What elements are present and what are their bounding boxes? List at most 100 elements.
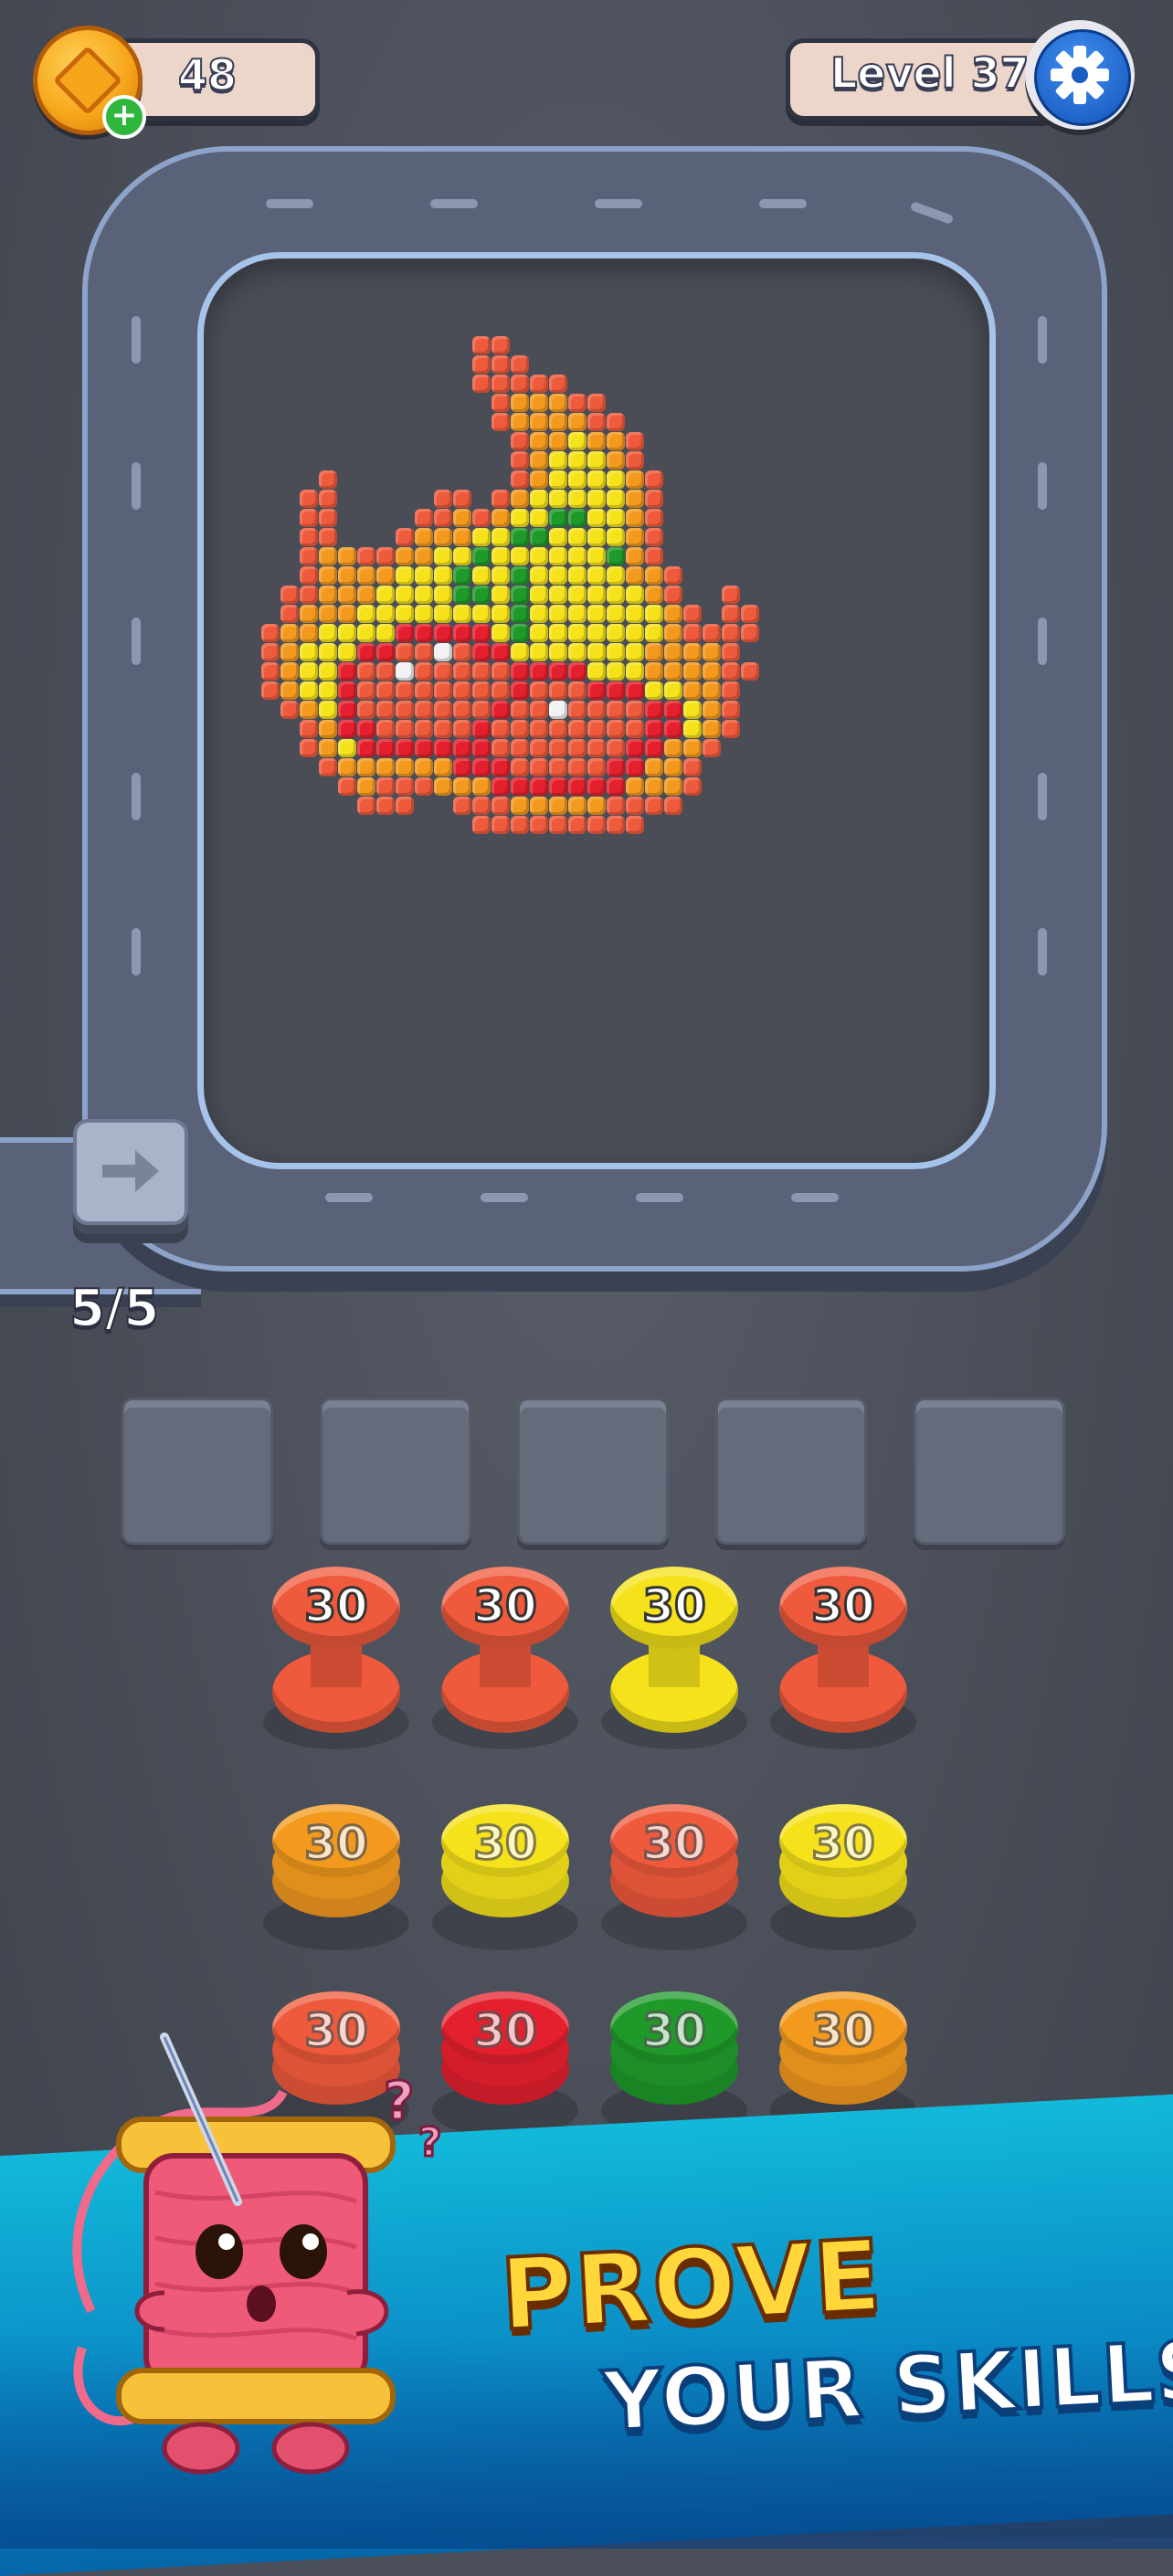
arrow-right-icon [102, 1150, 159, 1192]
stitch [530, 566, 548, 585]
stitch [491, 336, 510, 354]
holding-slot-5[interactable] [914, 1398, 1065, 1545]
stitch [434, 701, 452, 719]
stitch [530, 816, 548, 834]
stitch [511, 490, 529, 508]
stitch [472, 586, 491, 604]
stitch [530, 432, 548, 450]
thread-spool[interactable]: 30 [610, 1567, 738, 1749]
holding-slot-1[interactable] [122, 1398, 273, 1545]
stitch [587, 816, 606, 834]
stitch [472, 681, 491, 700]
holding-slot-3[interactable] [517, 1398, 669, 1545]
stitch [587, 566, 606, 585]
holding-slot-2[interactable] [320, 1398, 471, 1545]
stitch [453, 528, 471, 546]
stitch [587, 490, 606, 508]
stitch [396, 758, 414, 776]
spool-count: 30 [641, 1578, 708, 1634]
stitch [415, 586, 433, 604]
stitch [396, 586, 414, 604]
stitch [664, 701, 682, 719]
stitch [491, 681, 510, 700]
stitch [472, 547, 491, 565]
thread-spool[interactable]: 30 [441, 1567, 569, 1749]
stitch [568, 758, 586, 776]
thread-spool[interactable]: 30 [779, 1567, 907, 1749]
stitch [338, 624, 356, 642]
stitch [511, 758, 529, 776]
stitch [300, 547, 318, 565]
stitch [626, 470, 644, 489]
stitch [511, 528, 529, 546]
svg-text:?: ? [384, 2070, 415, 2132]
stitch [626, 509, 644, 527]
holding-slot-4[interactable] [715, 1398, 867, 1545]
stitch [722, 681, 740, 700]
stitch [664, 566, 682, 585]
stitch [549, 739, 567, 757]
stitch [626, 624, 644, 642]
stitch [319, 758, 337, 776]
stitch [434, 528, 452, 546]
stitch [472, 758, 491, 776]
stitch [434, 777, 452, 796]
stitch [453, 547, 471, 565]
stitch [491, 605, 510, 623]
plus-icon[interactable]: + [102, 95, 146, 139]
stitch [568, 720, 586, 738]
stitch [319, 624, 337, 642]
gear-icon [1051, 46, 1109, 104]
stitch [530, 701, 548, 719]
stitch [472, 643, 491, 661]
stitch [530, 797, 548, 815]
stitch [549, 413, 567, 431]
stitch [511, 394, 529, 412]
stitch [338, 681, 356, 700]
stitch [626, 451, 644, 470]
settings-button[interactable] [1025, 20, 1135, 130]
stitch [587, 624, 606, 642]
stitch [722, 662, 740, 681]
stitch [607, 528, 625, 546]
stitch [415, 739, 433, 757]
stitch [491, 643, 510, 661]
stitch [568, 490, 586, 508]
stitch [511, 720, 529, 738]
stitch [530, 739, 548, 757]
stitch [511, 739, 529, 757]
stitch [280, 662, 299, 681]
spool-count: 30 [472, 1578, 539, 1634]
stitch [549, 547, 567, 565]
stitch [491, 375, 510, 393]
stitch [357, 701, 375, 719]
stitch [280, 605, 299, 623]
thread-spool[interactable]: 30 [272, 1567, 400, 1749]
stitch [357, 605, 375, 623]
stitch [376, 701, 395, 719]
stitch [549, 432, 567, 450]
stitch [568, 797, 586, 815]
stitch [511, 451, 529, 470]
stitch [319, 490, 337, 508]
stitch [491, 701, 510, 719]
stitch [549, 470, 567, 489]
spool-count: 30 [810, 1816, 877, 1872]
stitch [434, 739, 452, 757]
stitch [568, 777, 586, 796]
stitch [453, 681, 471, 700]
stitch [607, 701, 625, 719]
stitch [587, 509, 606, 527]
stitch [549, 816, 567, 834]
stitch [261, 643, 280, 661]
stitch [587, 432, 606, 450]
stitch [645, 470, 663, 489]
stitch [607, 720, 625, 738]
stitch [472, 355, 491, 374]
stitch [626, 797, 644, 815]
stitch [376, 777, 395, 796]
stitch [453, 739, 471, 757]
stitch [568, 413, 586, 431]
stitch [319, 605, 337, 623]
thread-launcher[interactable] [73, 1119, 188, 1225]
